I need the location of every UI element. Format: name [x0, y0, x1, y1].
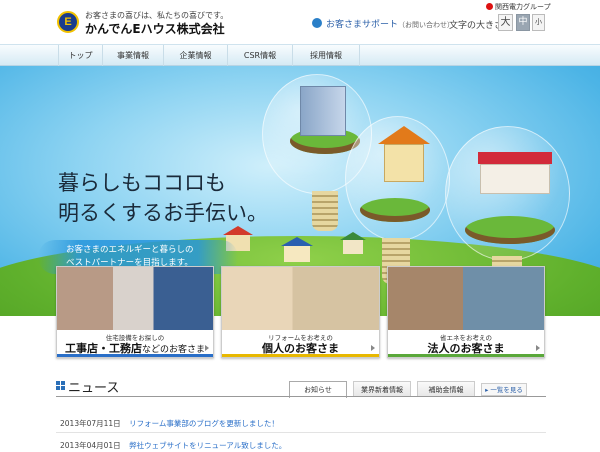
font-size-medium-button[interactable]: 中: [516, 14, 530, 31]
news-section-title: ニュース: [68, 381, 120, 396]
news-header-rule: [56, 396, 546, 397]
nav-item-business[interactable]: 事業情報: [103, 45, 164, 66]
company-name[interactable]: かんでんEハウス株式会社: [85, 20, 225, 37]
contractor-photo: [57, 267, 213, 330]
company-logo-icon[interactable]: E: [57, 11, 79, 33]
chevron-right-icon: [205, 345, 209, 351]
news-date: 2013年07月11日: [60, 419, 121, 428]
card-contractor[interactable]: 住宅設備をお探しの 工事店・工務店などのお客さま: [56, 266, 214, 358]
nav-item-company[interactable]: 企業情報: [164, 45, 228, 66]
bulb-base-left: [312, 191, 338, 231]
news-item: 2013年04月01日 弊社ウェブサイトをリニューアル致しました。: [60, 440, 286, 451]
nav-item-csr[interactable]: CSR情報: [228, 45, 293, 66]
font-size-small-button[interactable]: 小: [532, 14, 545, 31]
site-header: E お客さまの喜びは、私たちの喜びです。 かんでんEハウス株式会社 関西電力グル…: [0, 0, 600, 44]
card-corporate[interactable]: 省エネをお考えの 法人のお客さま: [387, 266, 545, 358]
global-nav: トップ 事業情報 企業情報 CSR情報 採用情報: [0, 44, 600, 66]
card-accent-bar: [388, 354, 544, 357]
news-link[interactable]: リフォーム事業部のブログを更新しました！: [129, 419, 279, 428]
page: E お客さまの喜びは、私たちの喜びです。 かんでんEハウス株式会社 関西電力グル…: [0, 0, 600, 452]
news-grid-icon: [56, 381, 65, 390]
corporate-photo: [388, 267, 544, 330]
news-item: 2013年07月11日 リフォーム事業部のブログを更新しました！: [60, 418, 279, 429]
nav-item-top[interactable]: トップ: [58, 45, 103, 66]
island-center: [360, 198, 430, 222]
font-size-label: 文字の大きさ: [449, 21, 504, 31]
support-icon: [312, 18, 322, 28]
nav-item-recruit[interactable]: 採用情報: [293, 45, 360, 66]
customer-support-link[interactable]: お客さまサポート（お問い合わせ）: [326, 17, 454, 30]
view-all-news-link[interactable]: ▸ 一覧を見る: [481, 383, 527, 396]
card-individual[interactable]: リフォームをお考えの 個人のお客さま: [221, 266, 380, 358]
island-right: [465, 216, 555, 244]
kepco-logo-icon: [486, 3, 493, 10]
group-badge[interactable]: 関西電力グループ: [486, 2, 551, 12]
card-accent-bar: [57, 354, 213, 357]
news-divider: [56, 432, 546, 433]
tab-subsidy-info[interactable]: 補助金情報: [417, 381, 475, 397]
individual-photo: [222, 267, 379, 330]
card-accent-bar: [222, 354, 379, 357]
news-link[interactable]: 弊社ウェブサイトをリニューアル致しました。: [129, 441, 286, 450]
chevron-right-icon: [371, 345, 375, 351]
news-date: 2013年04月01日: [60, 441, 121, 450]
hero-heading: 暮らしもココロも 明るくするお手伝い。: [58, 171, 268, 225]
font-size-large-button[interactable]: 大: [498, 14, 513, 31]
tab-industry-news[interactable]: 業界新着情報: [353, 381, 411, 397]
chevron-right-icon: [536, 345, 540, 351]
